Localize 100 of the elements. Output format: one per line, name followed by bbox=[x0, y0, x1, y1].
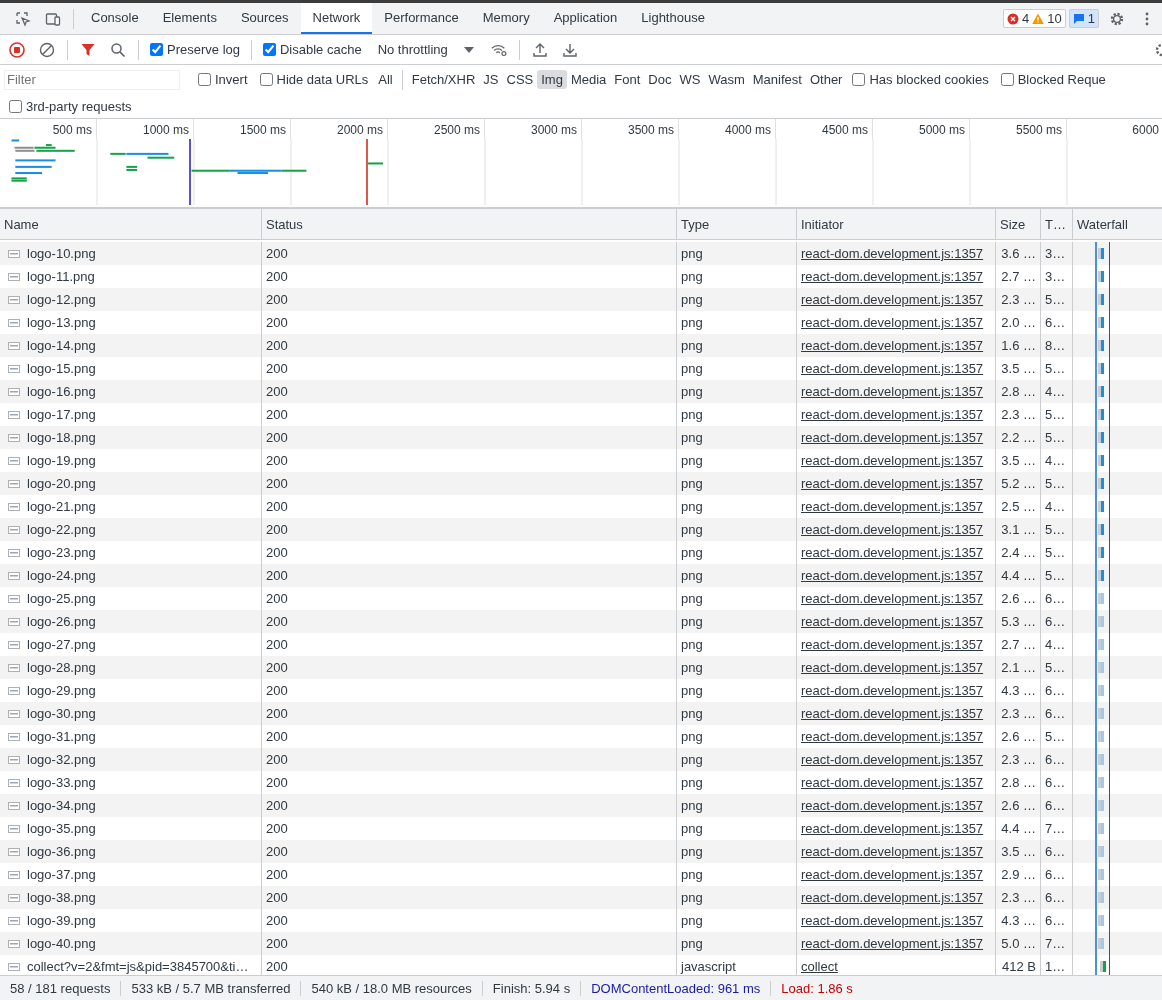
initiator-link[interactable]: react-dom.development.js:1357 bbox=[801, 683, 984, 698]
initiator-link[interactable]: react-dom.development.js:1357 bbox=[801, 430, 984, 445]
request-name[interactable]: logo-31.png bbox=[27, 729, 96, 744]
resource-type-filter[interactable]: Font bbox=[610, 70, 645, 89]
request-name[interactable]: logo-32.png bbox=[27, 752, 96, 767]
panel-tab[interactable]: Elements bbox=[150, 3, 229, 34]
initiator-link[interactable]: react-dom.development.js:1357 bbox=[801, 522, 984, 537]
settings-icon[interactable] bbox=[1109, 10, 1125, 27]
request-name[interactable]: logo-39.png bbox=[27, 913, 96, 928]
request-name[interactable]: logo-17.png bbox=[27, 407, 96, 422]
resource-type-filter[interactable]: WS bbox=[675, 70, 705, 89]
column-header[interactable]: Size bbox=[996, 209, 1041, 239]
initiator-link[interactable]: react-dom.development.js:1357 bbox=[801, 499, 984, 514]
request-name[interactable]: logo-25.png bbox=[27, 591, 96, 606]
device-toolbar-icon[interactable] bbox=[45, 10, 61, 27]
resource-type-filter[interactable]: Media bbox=[566, 70, 611, 89]
request-name[interactable]: logo-20.png bbox=[27, 476, 96, 491]
request-name[interactable]: logo-33.png bbox=[27, 775, 96, 790]
column-header[interactable]: Initiator bbox=[797, 209, 996, 239]
initiator-link[interactable]: react-dom.development.js:1357 bbox=[801, 867, 984, 882]
request-name[interactable]: logo-10.png bbox=[27, 246, 96, 261]
initiator-link[interactable]: react-dom.development.js:1357 bbox=[801, 568, 984, 583]
filter-checkbox[interactable] bbox=[852, 73, 866, 86]
initiator-link[interactable]: react-dom.development.js:1357 bbox=[801, 315, 984, 330]
column-header[interactable]: Status bbox=[262, 209, 677, 239]
request-name[interactable]: logo-29.png bbox=[27, 683, 96, 698]
filter-checkbox[interactable] bbox=[259, 73, 273, 86]
panel-tab[interactable]: Application bbox=[541, 3, 630, 34]
request-name[interactable]: collect?v=2&fmt=js&pid=3845700&ti… bbox=[27, 959, 249, 974]
initiator-link[interactable]: react-dom.development.js:1357 bbox=[801, 476, 984, 491]
upload-icon[interactable] bbox=[531, 41, 548, 58]
initiator-link[interactable]: react-dom.development.js:1357 bbox=[801, 936, 984, 951]
panel-tab[interactable]: Performance bbox=[372, 3, 471, 34]
clear-icon[interactable] bbox=[39, 41, 55, 58]
search-icon[interactable] bbox=[110, 41, 126, 58]
request-name[interactable]: logo-14.png bbox=[27, 338, 96, 353]
filter-field[interactable]: Filter bbox=[4, 69, 180, 90]
issues-counter[interactable]: 4 10 bbox=[1003, 9, 1066, 28]
panel-tab[interactable]: Memory bbox=[470, 3, 542, 34]
initiator-link[interactable]: react-dom.development.js:1357 bbox=[801, 775, 984, 790]
column-header[interactable]: Name bbox=[0, 209, 262, 239]
request-name[interactable]: logo-12.png bbox=[27, 292, 96, 307]
initiator-link[interactable]: react-dom.development.js:1357 bbox=[801, 246, 984, 261]
request-name[interactable]: logo-35.png bbox=[27, 821, 96, 836]
resource-type-filter[interactable]: Other bbox=[805, 70, 847, 89]
request-name[interactable]: logo-19.png bbox=[27, 453, 96, 468]
request-name[interactable]: logo-30.png bbox=[27, 706, 96, 721]
initiator-link[interactable]: react-dom.development.js:1357 bbox=[801, 844, 984, 859]
resource-type-filter[interactable]: Manifest bbox=[748, 70, 806, 89]
element-picker-icon[interactable] bbox=[15, 10, 31, 27]
request-name[interactable]: logo-36.png bbox=[27, 844, 96, 859]
initiator-link[interactable]: react-dom.development.js:1357 bbox=[801, 338, 984, 353]
request-name[interactable]: logo-37.png bbox=[27, 867, 96, 882]
messages-counter[interactable]: 1 bbox=[1068, 9, 1099, 28]
initiator-link[interactable]: react-dom.development.js:1357 bbox=[801, 591, 984, 606]
filter-icon[interactable] bbox=[80, 41, 96, 58]
request-name[interactable]: logo-24.png bbox=[27, 568, 96, 583]
preserve-log-checkbox[interactable] bbox=[150, 43, 163, 56]
request-name[interactable]: logo-22.png bbox=[27, 522, 96, 537]
initiator-link[interactable]: react-dom.development.js:1357 bbox=[801, 407, 984, 422]
panel-tab[interactable]: Network bbox=[300, 3, 373, 34]
resource-type-filter[interactable]: Fetch/XHR bbox=[407, 70, 480, 89]
initiator-link[interactable]: react-dom.development.js:1357 bbox=[801, 545, 984, 560]
initiator-link[interactable]: react-dom.development.js:1357 bbox=[801, 913, 984, 928]
panel-tab[interactable]: Sources bbox=[228, 3, 301, 34]
initiator-link[interactable]: react-dom.development.js:1357 bbox=[801, 292, 984, 307]
request-name[interactable]: logo-40.png bbox=[27, 936, 96, 951]
request-name[interactable]: logo-15.png bbox=[27, 361, 96, 376]
initiator-link[interactable]: react-dom.development.js:1357 bbox=[801, 269, 984, 284]
initiator-link[interactable]: react-dom.development.js:1357 bbox=[801, 706, 984, 721]
download-icon[interactable] bbox=[561, 41, 578, 58]
initiator-link[interactable]: react-dom.development.js:1357 bbox=[801, 729, 984, 744]
column-header[interactable]: T… bbox=[1041, 209, 1073, 239]
stop-recording-icon[interactable] bbox=[9, 41, 25, 58]
request-name[interactable]: logo-18.png bbox=[27, 430, 96, 445]
initiator-link[interactable]: react-dom.development.js:1357 bbox=[801, 798, 984, 813]
filter-checkbox[interactable] bbox=[1000, 73, 1014, 86]
resource-type-filter[interactable]: All bbox=[374, 70, 397, 89]
resource-type-filter[interactable]: Doc bbox=[644, 70, 676, 89]
initiator-link[interactable]: collect bbox=[801, 959, 838, 974]
request-name[interactable]: logo-16.png bbox=[27, 384, 96, 399]
initiator-link[interactable]: react-dom.development.js:1357 bbox=[801, 384, 984, 399]
request-name[interactable]: logo-34.png bbox=[27, 798, 96, 813]
throttling-dropdown[interactable]: No throttling bbox=[371, 41, 480, 58]
request-name[interactable]: logo-23.png bbox=[27, 545, 96, 560]
initiator-link[interactable]: react-dom.development.js:1357 bbox=[801, 361, 984, 376]
resource-type-filter[interactable]: JS bbox=[479, 70, 503, 89]
initiator-link[interactable]: react-dom.development.js:1357 bbox=[801, 821, 984, 836]
panel-tab[interactable]: Console bbox=[79, 3, 151, 34]
request-name[interactable]: logo-26.png bbox=[27, 614, 96, 629]
request-name[interactable]: logo-38.png bbox=[27, 890, 96, 905]
request-name[interactable]: logo-27.png bbox=[27, 637, 96, 652]
disable-cache-checkbox[interactable] bbox=[263, 43, 276, 56]
resource-type-filter[interactable]: CSS bbox=[502, 70, 538, 89]
request-name[interactable]: logo-11.png bbox=[27, 269, 95, 284]
column-header[interactable]: Type bbox=[677, 209, 797, 239]
resource-type-filter[interactable]: Img bbox=[537, 70, 567, 89]
settings-icon[interactable] bbox=[1154, 41, 1162, 58]
request-name[interactable]: logo-28.png bbox=[27, 660, 96, 675]
resource-type-filter[interactable]: Wasm bbox=[704, 70, 749, 89]
